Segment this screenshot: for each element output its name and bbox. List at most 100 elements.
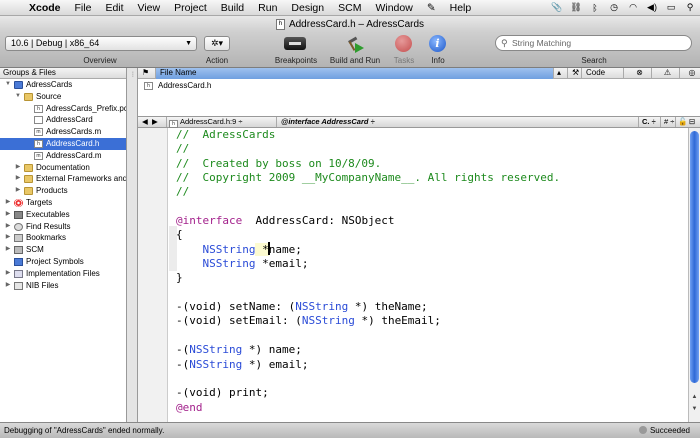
column-error-icon[interactable]: ⊗ bbox=[624, 68, 652, 79]
menu-scm[interactable]: SCM bbox=[331, 0, 368, 16]
split-editor-icon[interactable]: ⊟ bbox=[689, 117, 695, 127]
sidebar-item-addresscard-m[interactable]: m AddressCard.m bbox=[0, 150, 126, 162]
code-line[interactable] bbox=[176, 286, 686, 300]
bluetooth-icon[interactable]: ᛒ bbox=[589, 3, 601, 13]
build-and-run-icon[interactable] bbox=[345, 35, 365, 55]
sidebar-item-targets[interactable]: ▶ Targets bbox=[0, 197, 126, 209]
menu-design[interactable]: Design bbox=[284, 0, 331, 16]
scroll-thumb[interactable] bbox=[690, 131, 699, 383]
disclosure-triangle-icon[interactable]: ▶ bbox=[4, 268, 12, 280]
editor-vertical-scrollbar[interactable]: ▲ ▼ bbox=[688, 128, 700, 422]
forward-arrow-icon[interactable]: ▶ bbox=[152, 117, 158, 127]
menu-build[interactable]: Build bbox=[214, 0, 251, 16]
menu-window[interactable]: Window bbox=[368, 0, 419, 16]
tasks-stop-icon[interactable] bbox=[395, 35, 412, 52]
scroll-up-icon[interactable]: ▲ bbox=[689, 394, 700, 400]
lock-icon[interactable]: 🔓 bbox=[675, 117, 687, 127]
code-line[interactable]: { bbox=[176, 228, 686, 242]
sidebar-item-adresscards-m[interactable]: m AdressCards.m bbox=[0, 126, 126, 138]
disclosure-triangle-icon[interactable]: ▼ bbox=[14, 91, 22, 103]
disclosure-triangle-icon[interactable]: ▶ bbox=[4, 232, 12, 244]
code-line[interactable] bbox=[176, 200, 686, 214]
code-line[interactable]: // Created by boss on 10/8/09. bbox=[176, 157, 686, 171]
code-line[interactable]: -(void) setName: (NSString *) theName; bbox=[176, 300, 686, 314]
c-popup[interactable]: C. ÷ bbox=[638, 117, 656, 127]
disclosure-triangle-icon[interactable]: ▶ bbox=[4, 221, 12, 233]
spotlight-icon[interactable]: ⚲ bbox=[684, 2, 696, 13]
menu-app[interactable]: Xcode bbox=[22, 0, 68, 16]
column-tool-icon[interactable]: ⚒ bbox=[568, 68, 582, 79]
source-code[interactable]: // AdressCards//// Created by boss on 10… bbox=[176, 128, 686, 415]
wifi-icon[interactable]: ◠ bbox=[627, 2, 639, 13]
split-divider[interactable]: ⋮⋮ bbox=[126, 68, 142, 422]
sidebar-item-scm[interactable]: ▶ SCM bbox=[0, 244, 126, 256]
sidebar-item-addresscard-h[interactable]: h AddressCard.h bbox=[0, 137, 126, 150]
sidebar-item-products[interactable]: ▶ Products bbox=[0, 185, 126, 197]
action-gear-button[interactable]: ✲▾ bbox=[204, 36, 230, 51]
code-line[interactable]: // AdressCards bbox=[176, 128, 686, 142]
sidebar-item-executables[interactable]: ▶ Executables bbox=[0, 209, 126, 221]
code-line[interactable] bbox=[176, 372, 686, 386]
code-line[interactable]: // bbox=[176, 142, 686, 156]
sidebar-item-external-frameworks-and-libraries[interactable]: ▶ External Frameworks and Libraries bbox=[0, 173, 126, 185]
script-menu-icon[interactable]: ✎ bbox=[420, 0, 443, 16]
column-target-icon[interactable]: ◎ bbox=[680, 68, 700, 79]
column-code[interactable]: Code bbox=[582, 68, 624, 79]
sidebar-item-documentation[interactable]: ▶ Documentation bbox=[0, 162, 126, 174]
disclosure-triangle-icon[interactable]: ▶ bbox=[14, 162, 22, 174]
line-gutter[interactable] bbox=[138, 128, 168, 422]
code-line[interactable]: // bbox=[176, 185, 686, 199]
menu-file[interactable]: File bbox=[68, 0, 99, 16]
back-arrow-icon[interactable]: ◀ bbox=[142, 117, 148, 127]
sidebar-item-nib-files[interactable]: ▶ NIB Files bbox=[0, 280, 126, 292]
column-warning-icon[interactable]: ⚠ bbox=[652, 68, 680, 79]
sidebar-item-source[interactable]: ▼ Source bbox=[0, 91, 126, 103]
paperclip-icon[interactable]: 📎 bbox=[551, 2, 563, 13]
code-editor[interactable]: // AdressCards//// Created by boss on 10… bbox=[138, 128, 688, 422]
code-line[interactable]: NSString *email; bbox=[176, 257, 686, 271]
code-line[interactable]: -(NSString *) email; bbox=[176, 358, 686, 372]
menu-project[interactable]: Project bbox=[167, 0, 214, 16]
includes-popup[interactable]: # ÷ bbox=[660, 117, 674, 127]
column-sort-icon[interactable]: ▴ bbox=[554, 68, 568, 79]
disclosure-triangle-icon[interactable]: ▶ bbox=[14, 185, 22, 197]
breakpoints-icon[interactable] bbox=[284, 37, 306, 50]
disclosure-triangle-icon[interactable]: ▶ bbox=[4, 197, 12, 209]
sidebar-item-implementation-files[interactable]: ▶ Implementation Files bbox=[0, 268, 126, 280]
symbol-popup[interactable]: @interface AddressCard ÷ bbox=[276, 117, 375, 127]
disclosure-triangle-icon[interactable]: ▶ bbox=[4, 280, 12, 292]
document-icon[interactable]: h bbox=[275, 18, 285, 30]
disclosure-triangle-icon[interactable]: ▶ bbox=[14, 173, 22, 185]
sidebar-item-adresscards[interactable]: ▼ AdressCards bbox=[0, 79, 126, 91]
link-icon[interactable]: ⛓ bbox=[570, 2, 582, 13]
disclosure-triangle-icon[interactable]: ▶ bbox=[4, 209, 12, 221]
code-line[interactable]: @interface AddressCard: NSObject bbox=[176, 214, 686, 228]
sidebar-item-project-symbols[interactable]: Project Symbols bbox=[0, 256, 126, 268]
file-history-popup[interactable]: h AddressCard.h:9 ÷ bbox=[166, 117, 242, 128]
menu-view[interactable]: View bbox=[131, 0, 168, 16]
menu-edit[interactable]: Edit bbox=[98, 0, 130, 16]
code-line[interactable]: -(void) print; bbox=[176, 386, 686, 400]
code-line[interactable]: @end bbox=[176, 401, 686, 415]
disclosure-triangle-icon[interactable]: ▼ bbox=[4, 79, 12, 91]
code-line[interactable]: -(NSString *) name; bbox=[176, 343, 686, 357]
code-line[interactable]: } bbox=[176, 271, 686, 285]
battery-icon[interactable]: ▭ bbox=[665, 2, 677, 13]
file-list-row[interactable]: h AddressCard.h bbox=[138, 80, 700, 92]
column-file-name[interactable]: File Name bbox=[156, 68, 554, 79]
code-line[interactable]: -(void) setEmail: (NSString *) theEmail; bbox=[176, 314, 686, 328]
menu-run[interactable]: Run bbox=[251, 0, 284, 16]
info-icon[interactable]: i bbox=[429, 35, 446, 52]
sidebar-item-bookmarks[interactable]: ▶ Bookmarks bbox=[0, 232, 126, 244]
menu-help[interactable]: Help bbox=[443, 0, 479, 16]
column-flag-icon[interactable]: ⚑ bbox=[138, 68, 156, 79]
overview-popup[interactable]: 10.6 | Debug | x86_64 ▼ bbox=[5, 36, 197, 51]
volume-icon[interactable]: ◀) bbox=[646, 2, 658, 13]
timemachine-icon[interactable]: ◷ bbox=[608, 2, 620, 13]
sidebar-item-find-results[interactable]: ▶ Find Results bbox=[0, 221, 126, 233]
search-input[interactable]: ⚲ String Matching bbox=[495, 35, 692, 51]
disclosure-triangle-icon[interactable]: ▶ bbox=[4, 244, 12, 256]
code-line[interactable] bbox=[176, 329, 686, 343]
sidebar-item-adresscards-prefix-pch[interactable]: h AdressCards_Prefix.pch bbox=[0, 103, 126, 115]
sidebar-item-addresscard[interactable]: AddressCard bbox=[0, 114, 126, 126]
